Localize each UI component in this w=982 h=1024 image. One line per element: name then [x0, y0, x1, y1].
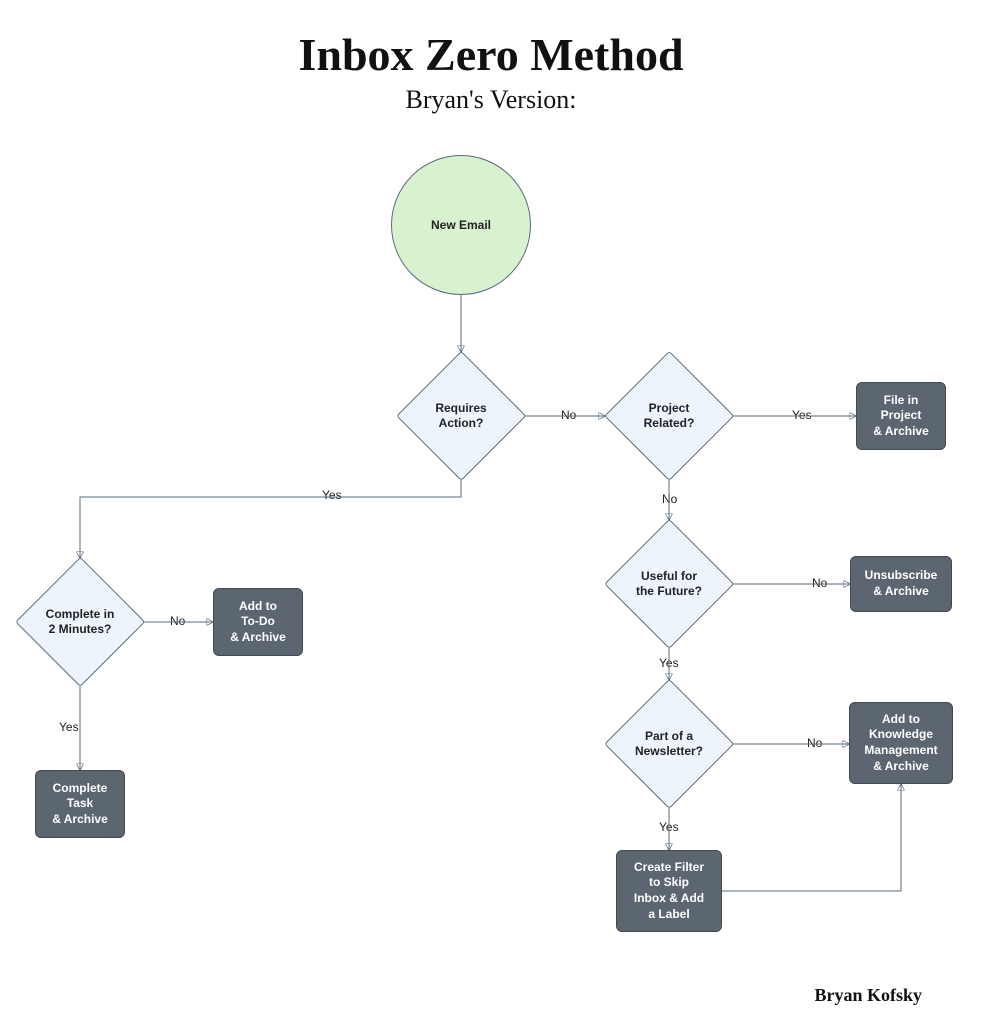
edge-label-no: No	[168, 614, 187, 628]
decision-project-related-label: ProjectRelated?	[618, 401, 720, 431]
action-add-todo: Add toTo-Do& Archive	[213, 588, 303, 656]
edge-label-no: No	[559, 408, 578, 422]
decision-requires-action-label: RequiresAction?	[410, 401, 512, 431]
arrows-layer	[0, 0, 982, 1024]
action-unsubscribe: Unsubscribe& Archive	[850, 556, 952, 612]
diagram-title: Inbox Zero Method	[0, 28, 982, 81]
decision-two-minutes: Complete in2 Minutes?	[16, 558, 144, 686]
action-knowledge-management: Add toKnowledgeManagement& Archive	[849, 702, 953, 784]
decision-two-minutes-label: Complete in2 Minutes?	[29, 607, 131, 637]
action-create-filter: Create Filterto SkipInbox & Adda Label	[616, 850, 722, 932]
start-label: New Email	[431, 218, 491, 233]
edge-label-yes: Yes	[790, 408, 814, 422]
edge-label-yes: Yes	[320, 488, 344, 502]
edge-label-no: No	[810, 576, 829, 590]
edge-label-yes: Yes	[657, 820, 681, 834]
diagram-subtitle: Bryan's Version:	[0, 85, 982, 115]
edge-label-yes: Yes	[57, 720, 81, 734]
decision-requires-action: RequiresAction?	[397, 352, 525, 480]
decision-newsletter-label: Part of aNewsletter?	[618, 729, 720, 759]
edge-label-yes: Yes	[657, 656, 681, 670]
decision-newsletter: Part of aNewsletter?	[605, 680, 733, 808]
author-credit: Bryan Kofsky	[814, 985, 922, 1006]
decision-useful-future-label: Useful forthe Future?	[618, 569, 720, 599]
decision-useful-future: Useful forthe Future?	[605, 520, 733, 648]
decision-project-related: ProjectRelated?	[605, 352, 733, 480]
edge-label-no: No	[660, 492, 679, 506]
start-node: New Email	[391, 155, 531, 295]
action-file-project: File inProject& Archive	[856, 382, 946, 450]
edge-label-no: No	[805, 736, 824, 750]
flowchart-canvas: Inbox Zero Method Bryan's Version: New E…	[0, 0, 982, 1024]
action-complete-task: CompleteTask& Archive	[35, 770, 125, 838]
